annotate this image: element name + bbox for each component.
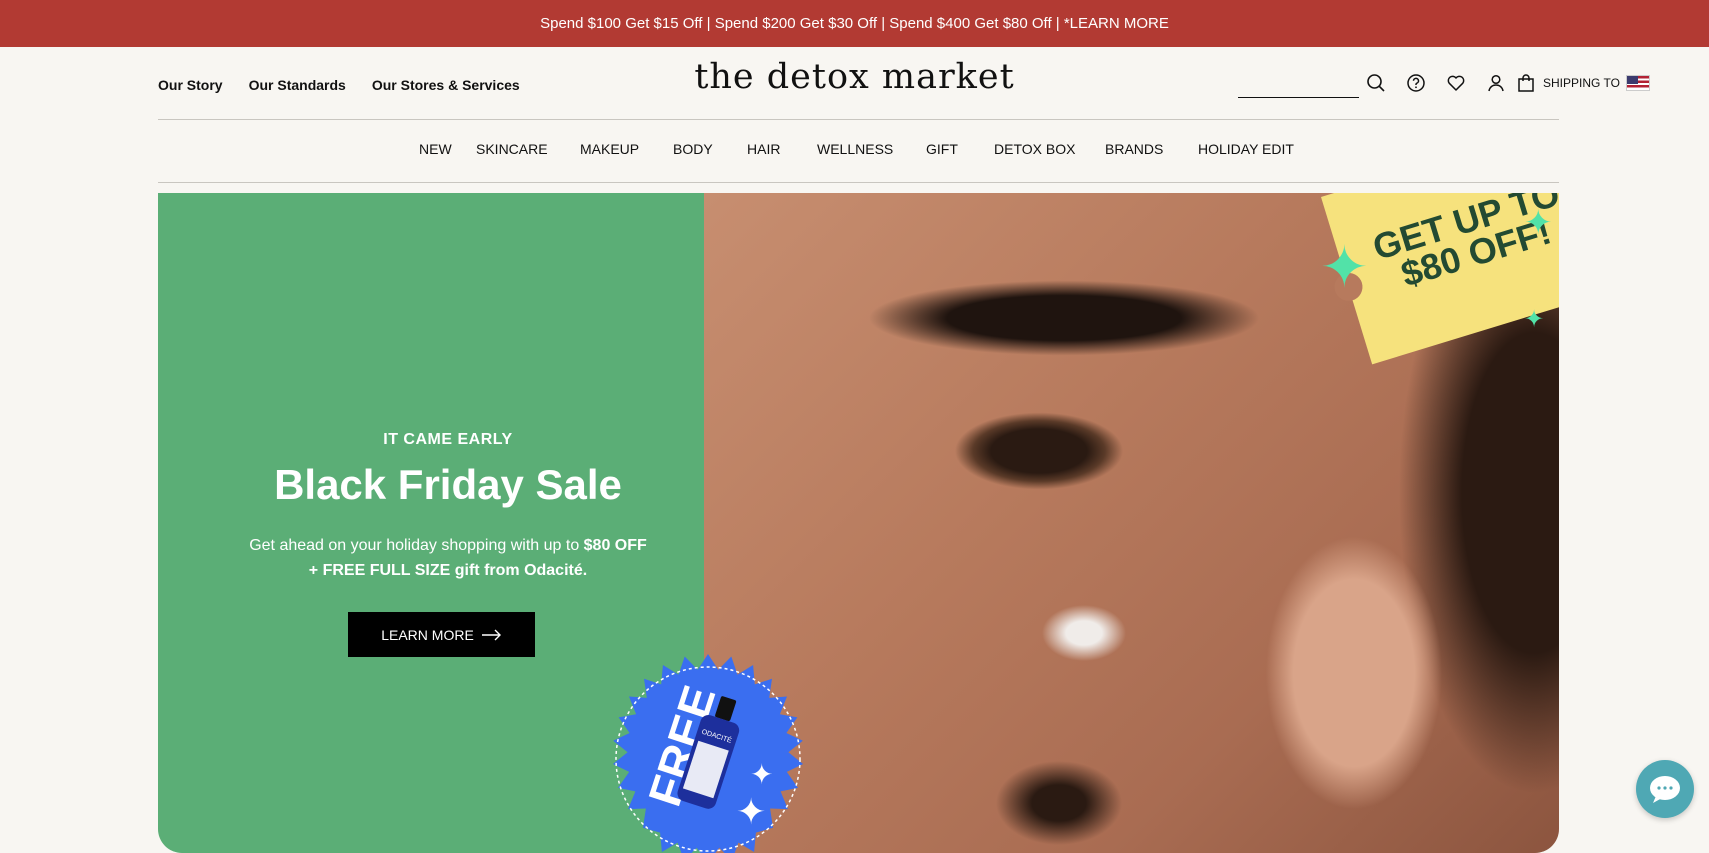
nav-hair[interactable]: HAIR [747,141,780,157]
main-nav: NEW SKINCARE MAKEUP BODY HAIR WELLNESS G… [0,119,1709,182]
promo-text[interactable]: Spend $100 Get $15 Off | Spend $200 Get … [540,15,1169,32]
account-icon[interactable] [1485,72,1507,94]
hero-description-text: Get ahead on your holiday shopping with … [249,537,584,554]
site-header: Our Story Our Standards Our Stores & Ser… [0,47,1709,119]
hero-banner[interactable]: IT CAME EARLY Black Friday Sale Get ahea… [158,193,1559,853]
arrow-right-icon [481,629,501,640]
shipping-selector[interactable]: SHIPPING TO [1543,75,1650,91]
site-logo[interactable]: the detox market [694,57,1014,97]
chat-bubble-icon [1650,776,1680,803]
bag-icon[interactable] [1515,72,1537,94]
header-utilities: SHIPPING TO [1238,67,1650,99]
nav-detox-box[interactable]: DETOX BOX [994,141,1075,157]
nav-holiday-edit[interactable]: HOLIDAY EDIT [1198,141,1294,157]
nav-body[interactable]: BODY [673,141,713,157]
sparkle-icon: ✦ [1524,204,1553,242]
nav-wellness[interactable]: WELLNESS [817,141,893,157]
nav-brands[interactable]: BRANDS [1105,141,1163,157]
sparkle-icon: ✦ [1524,306,1545,333]
hero-eyebrow: IT CAME EARLY [383,431,513,448]
heart-icon[interactable] [1445,72,1467,94]
nav-makeup[interactable]: MAKEUP [580,141,639,157]
free-gift-badge: FREE ODACITÉ ✦ ✦ [612,654,804,853]
us-flag-icon [1625,75,1650,91]
hero-description: Get ahead on your holiday shopping with … [248,533,648,583]
hero-headline: Black Friday Sale [274,461,622,508]
nav-new[interactable]: NEW [419,141,452,157]
badge-sparkle-icon: ✦ [750,758,773,791]
nav-divider [158,182,1559,183]
shipping-label: SHIPPING TO [1543,76,1620,90]
promo-bar: Spend $100 Get $15 Off | Spend $200 Get … [0,0,1709,47]
learn-more-label: LEARN MORE [381,626,474,643]
sparkle-icon: ✦ [1320,235,1369,300]
nav-gift[interactable]: GIFT [926,141,958,157]
search-icon[interactable] [1365,72,1387,94]
learn-more-button[interactable]: LEARN MORE [348,612,535,657]
search-input[interactable] [1238,74,1359,98]
nav-skincare[interactable]: SKINCARE [476,141,548,157]
badge-sparkle-icon: ✦ [736,792,766,833]
chat-launcher-button[interactable] [1636,760,1694,818]
help-icon[interactable] [1405,72,1427,94]
